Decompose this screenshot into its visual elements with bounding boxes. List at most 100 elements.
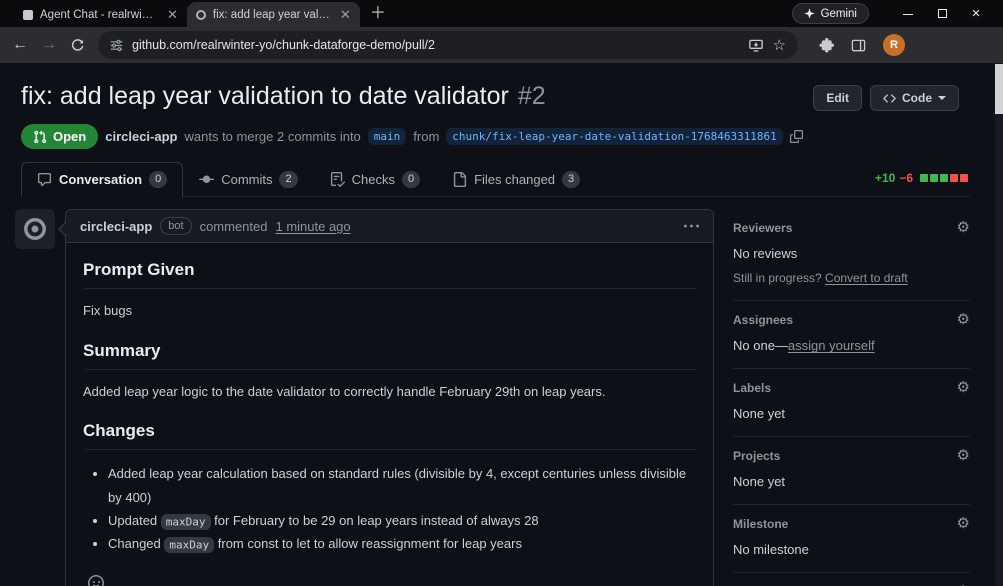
address-bar[interactable]: github.com/realrwinter-yo/chunk-dataforg… (98, 31, 798, 59)
kebab-menu-icon[interactable] (684, 219, 699, 234)
gear-icon[interactable]: ⚙ (957, 380, 970, 395)
close-button[interactable]: × (959, 5, 993, 22)
back-icon[interactable]: ← (12, 37, 28, 53)
diffstat-blocks (918, 174, 968, 183)
page-scrollbar (995, 63, 1003, 586)
projects-empty: None yet (733, 474, 786, 490)
code-button-label: Code (902, 91, 932, 105)
comment-action: commented (199, 218, 268, 234)
tab-count: 0 (401, 171, 421, 189)
section-title: Projects (733, 448, 781, 463)
tab-label: Commits (221, 172, 273, 188)
pr-number: #2 (517, 82, 546, 110)
gear-icon[interactable]: ⚙ (957, 448, 970, 463)
gemini-spark-icon (803, 8, 815, 19)
base-branch-label[interactable]: main (367, 128, 407, 146)
pr-header: fix: add leap year validation to date va… (0, 63, 1003, 150)
scrollbar-thumb[interactable] (995, 64, 1003, 114)
tab-commits[interactable]: Commits 2 (183, 162, 313, 197)
url-text[interactable]: github.com/realrwinter-yo/chunk-dataforg… (132, 38, 739, 52)
gemini-label: Gemini (820, 7, 857, 20)
inline-code: maxDay (164, 536, 215, 553)
side-panel-icon[interactable] (851, 38, 866, 53)
github-page: fix: add leap year validation to date va… (0, 63, 1003, 586)
minimize-button[interactable] (891, 6, 925, 21)
tab-favicon (23, 9, 33, 20)
comment-timestamp[interactable]: 1 minute ago (275, 219, 350, 234)
gear-icon[interactable]: ⚙ (957, 220, 970, 235)
summary-text: Added leap year logic to the date valida… (83, 383, 606, 399)
browser-toolbar: ← → github.com/realrwinter-yo/chunk-data… (0, 27, 1003, 63)
diff-block-add (930, 174, 938, 183)
new-tab-button[interactable]: ＋ (370, 0, 386, 23)
diff-block-del (960, 174, 968, 183)
code-icon (883, 93, 896, 103)
edit-button[interactable]: Edit (813, 85, 862, 111)
browser-tab-strip: Agent Chat - realrwinter-yo ✕ fix: add l… (0, 0, 1003, 27)
timeline: circleci-app bot commented 1 minute ago … (15, 209, 718, 586)
comment-body: Prompt Given Fix bugs Summary Added leap… (66, 243, 713, 586)
from-text: from (413, 129, 440, 145)
tab-favicon (195, 9, 206, 20)
tab-count: 3 (562, 171, 581, 189)
assign-yourself-link[interactable]: assign yourself (788, 338, 875, 353)
gear-icon[interactable]: ⚙ (957, 312, 970, 327)
forward-icon[interactable]: → (41, 37, 57, 53)
tab-checks[interactable]: Checks 0 (314, 162, 436, 197)
heading-changes: Changes (83, 421, 696, 451)
status-label: Open (53, 129, 87, 145)
inline-code: maxDay (160, 513, 211, 530)
window-controls: Gemini × (791, 0, 1003, 27)
tab-files-changed[interactable]: Files changed 3 (436, 162, 596, 197)
code-button[interactable]: Code (870, 85, 959, 111)
changes-bullet: Changed maxDay from const to let to allo… (108, 532, 696, 555)
pr-title: fix: add leap year validation to date va… (21, 82, 546, 110)
sidebar-section-milestone: Milestone ⚙ No milestone (733, 505, 970, 574)
head-branch-label[interactable]: chunk/fix-leap-year-date-validation-1768… (446, 128, 783, 146)
browser-tab-agent-chat[interactable]: Agent Chat - realrwinter-yo ✕ (14, 2, 187, 27)
maximize-button[interactable] (925, 6, 959, 21)
tab-label: Checks (351, 172, 395, 188)
profile-avatar[interactable]: R (883, 34, 905, 56)
tab-label: Conversation (59, 172, 143, 188)
copy-branch-icon[interactable] (789, 130, 803, 144)
gear-icon[interactable]: ⚙ (957, 516, 970, 531)
changes-list: Added leap year calculation based on sta… (108, 462, 696, 556)
gemini-button[interactable]: Gemini (791, 3, 869, 24)
merge-text: wants to merge 2 commits into (184, 129, 361, 145)
browser-window: Agent Chat - realrwinter-yo ✕ fix: add l… (0, 0, 1003, 586)
pr-tabnav: Conversation 0 Commits 2 Checks 0 Files … (21, 162, 970, 198)
milestone-empty: No milestone (733, 542, 809, 558)
tab-title: fix: add leap year validation to date va… (212, 8, 331, 21)
assignees-empty: No one—assign yourself (733, 338, 875, 354)
refresh-icon[interactable] (70, 38, 85, 53)
changes-bullet: Updated maxDay for February to be 29 on … (108, 509, 696, 532)
section-title: Labels (733, 380, 772, 395)
tab-conversation[interactable]: Conversation 0 (21, 162, 184, 198)
browser-tab-pull-request[interactable]: fix: add leap year validation to date va… (186, 2, 360, 27)
diff-block-add (940, 174, 948, 183)
comment-author[interactable]: circleci-app (80, 219, 152, 234)
status-badge: Open (21, 124, 99, 150)
site-info-icon[interactable] (110, 39, 123, 52)
add-reaction-button[interactable] (83, 570, 109, 586)
smiley-icon (88, 574, 104, 586)
tab-count: 2 (279, 171, 298, 189)
section-title: Milestone (733, 516, 789, 531)
pull-request-icon (34, 130, 47, 143)
tab-close-icon[interactable]: ✕ (340, 8, 351, 21)
tab-close-icon[interactable]: ✕ (167, 8, 178, 21)
sidebar-section-development: Development ⚙ Successfully merging this … (733, 573, 970, 586)
pr-author[interactable]: circleci-app (105, 129, 177, 144)
labels-empty: None yet (733, 406, 786, 422)
convert-to-draft-link[interactable]: Convert to draft (825, 271, 908, 285)
tab-count: 0 (149, 171, 168, 189)
sidebar-section-labels: Labels ⚙ None yet (733, 369, 970, 438)
extensions-puzzle-icon[interactable] (819, 37, 834, 53)
tab-label: Files changed (474, 172, 556, 188)
draft-hint: Still in progress? Convert to draft (733, 271, 908, 286)
bookmark-star-icon[interactable]: ☆ (773, 38, 786, 53)
open-in-app-icon[interactable] (748, 38, 764, 53)
section-title: Assignees (733, 312, 794, 327)
circleci-bot-avatar[interactable] (15, 209, 55, 250)
